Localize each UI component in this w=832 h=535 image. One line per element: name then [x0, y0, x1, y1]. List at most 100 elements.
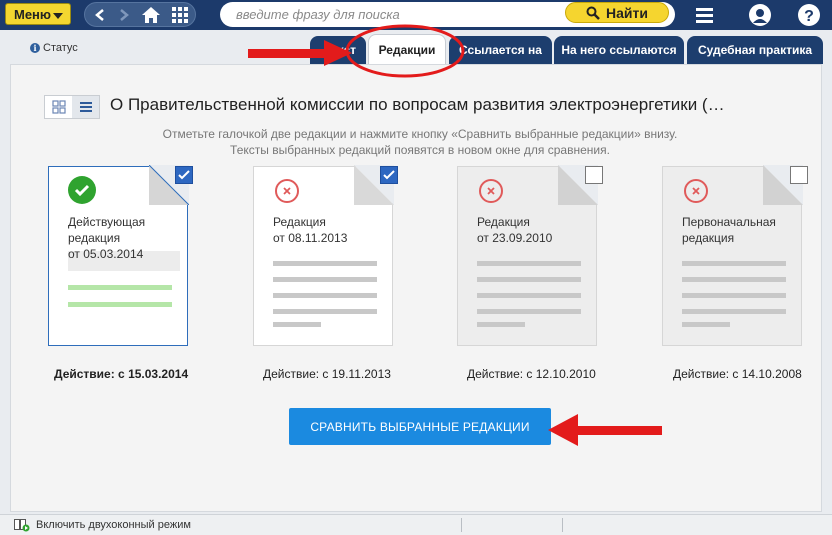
- status-label: Статус: [43, 42, 78, 54]
- status-link[interactable]: i Статус: [30, 42, 78, 54]
- chevron-right-icon: [120, 9, 129, 21]
- help-icon: ?: [798, 4, 820, 26]
- edition-title-line: редакция: [68, 231, 121, 245]
- find-button[interactable]: Найти: [565, 2, 669, 23]
- twin-window-icon: [14, 519, 30, 532]
- edition-title: Первоначальная редакция: [682, 214, 776, 246]
- text-line: [682, 309, 786, 314]
- search-placeholder: введите фразу для поиска: [236, 7, 400, 22]
- tab-label: Судебная практика: [697, 43, 813, 57]
- valid-check-icon: [68, 176, 96, 204]
- edition-title-line: Редакция: [477, 215, 530, 229]
- text-line: [477, 261, 581, 266]
- text-line: [273, 293, 377, 298]
- edition-card[interactable]: Редакция от 23.09.2010: [457, 165, 598, 346]
- text-line: [682, 293, 786, 298]
- edition-action-date: Действие: с 14.10.2008: [673, 367, 802, 381]
- tiles-icon: [51, 100, 66, 114]
- text-line: [682, 277, 786, 282]
- text-line: [477, 277, 581, 282]
- view-toggle: [44, 95, 100, 119]
- tab-label: Редакции: [378, 42, 436, 57]
- hamburger-icon: [696, 8, 713, 23]
- text-line: [273, 261, 377, 266]
- edition-checkbox[interactable]: [175, 166, 193, 184]
- apps-grid-button[interactable]: [167, 3, 193, 27]
- edition-title-line: от 08.11.2013: [273, 231, 348, 245]
- tab-referenced-by[interactable]: На него ссылаются: [554, 36, 684, 64]
- edition-checkbox[interactable]: [585, 166, 603, 184]
- text-line: [273, 322, 321, 327]
- forward-button[interactable]: [111, 3, 137, 27]
- edition-title-line: от 05.03.2014: [68, 247, 144, 261]
- checkmark-icon: [178, 170, 190, 180]
- edition-card-current[interactable]: Действующая редакция от 05.03.2014: [48, 165, 189, 346]
- find-label: Найти: [606, 4, 648, 21]
- list-view-button[interactable]: [72, 96, 99, 118]
- chevron-left-icon: [95, 9, 104, 21]
- instruction-line-2: Тексты выбранных редакций появятся в нов…: [230, 143, 610, 157]
- edition-title-line: от 23.09.2010: [477, 231, 553, 245]
- hamburger-menu-button[interactable]: [694, 3, 718, 27]
- edition-title-line: Редакция: [273, 215, 326, 229]
- document-title: О Правительственной комиссии по вопросам…: [110, 95, 725, 114]
- twin-window-toggle[interactable]: Включить двухоконный режим: [14, 518, 191, 532]
- edition-action-date: Действие: с 19.11.2013: [263, 367, 391, 381]
- checkmark-icon: [383, 170, 395, 180]
- home-button[interactable]: [138, 3, 164, 27]
- user-profile-button[interactable]: [748, 3, 772, 27]
- user-icon: [749, 4, 771, 26]
- back-button[interactable]: [87, 3, 113, 27]
- tab-label: На него ссылаются: [561, 43, 677, 57]
- svg-text:?: ?: [804, 8, 814, 25]
- edition-card[interactable]: Первоначальная редакция: [662, 165, 803, 346]
- grid-icon: [172, 7, 188, 23]
- text-line: [682, 261, 786, 266]
- search-icon: [586, 6, 600, 20]
- tab-court-practice[interactable]: Судебная практика: [687, 36, 823, 64]
- edition-card[interactable]: Редакция от 08.11.2013: [253, 165, 394, 346]
- tab-references[interactable]: Ссылается на: [449, 36, 552, 64]
- invalid-x-icon: [684, 179, 708, 203]
- list-icon: [79, 102, 92, 112]
- home-icon: [142, 7, 160, 23]
- help-button[interactable]: ?: [797, 3, 821, 27]
- divider: [461, 518, 462, 532]
- text-line: [68, 302, 172, 307]
- edition-checkbox[interactable]: [790, 166, 808, 184]
- menu-button[interactable]: Меню: [5, 3, 71, 25]
- divider: [562, 518, 563, 532]
- edition-title: Редакция от 23.09.2010: [477, 214, 552, 246]
- text-line: [477, 309, 581, 314]
- text-line: [68, 285, 172, 290]
- text-line: [477, 293, 581, 298]
- top-toolbar: Меню введите фразу для поиска Найти ?: [0, 0, 832, 30]
- edition-title-line: редакция: [682, 231, 735, 245]
- edition-checkbox[interactable]: [380, 166, 398, 184]
- instruction-text: Отметьте галочкой две редакции и нажмите…: [140, 126, 700, 158]
- compare-editions-button[interactable]: СРАВНИТЬ ВЫБРАННЫЕ РЕДАКЦИИ: [289, 408, 551, 445]
- edition-action-date: Действие: с 12.10.2010: [467, 367, 596, 381]
- text-line: [682, 322, 730, 327]
- tab-label: Ссылается на: [459, 43, 542, 57]
- edition-title: Действующая редакция от 05.03.2014: [68, 214, 145, 262]
- info-icon: i: [30, 43, 40, 53]
- grid-view-button[interactable]: [45, 96, 72, 118]
- edition-title-line: Первоначальная: [682, 215, 776, 229]
- navigation-group: [84, 2, 196, 27]
- instruction-line-1: Отметьте галочкой две редакции и нажмите…: [162, 127, 678, 141]
- text-line: [273, 277, 377, 282]
- tab-editions[interactable]: Редакции: [368, 34, 446, 64]
- menu-label: Меню: [14, 7, 52, 22]
- bottom-status-bar: Включить двухоконный режим: [0, 514, 832, 535]
- edition-title: Редакция от 08.11.2013: [273, 214, 347, 246]
- tab-label: Текст: [324, 43, 356, 57]
- edition-action-date: Действие: с 15.03.2014: [54, 367, 189, 381]
- chevron-down-icon: [53, 13, 63, 19]
- text-line: [477, 322, 525, 327]
- twin-mode-label: Включить двухоконный режим: [36, 519, 191, 531]
- tab-text[interactable]: Текст: [310, 36, 366, 64]
- edition-title-line: Действующая: [68, 215, 146, 229]
- invalid-x-icon: [275, 179, 299, 203]
- text-line: [273, 309, 377, 314]
